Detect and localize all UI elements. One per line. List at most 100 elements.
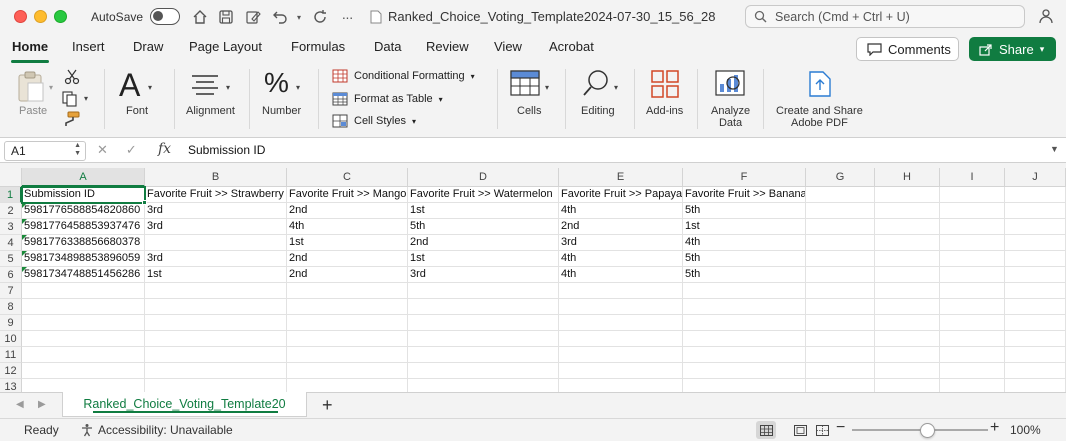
cell[interactable] (683, 363, 806, 379)
zoom-window-button[interactable] (54, 10, 67, 23)
cell[interactable] (22, 347, 145, 363)
zoom-percentage[interactable]: 100% (1010, 423, 1041, 437)
home-icon[interactable] (190, 7, 210, 27)
cell[interactable] (145, 331, 287, 347)
column-header[interactable]: A (22, 168, 145, 187)
cell[interactable] (22, 315, 145, 331)
cell[interactable] (22, 299, 145, 315)
cell[interactable] (559, 299, 683, 315)
cell[interactable] (145, 363, 287, 379)
cell[interactable] (683, 379, 806, 392)
cell[interactable] (806, 347, 875, 363)
cell[interactable] (1005, 379, 1066, 392)
comments-button[interactable]: Comments (856, 37, 959, 61)
cell[interactable] (940, 315, 1005, 331)
paste-dropdown-icon[interactable]: ▾ (49, 83, 53, 92)
cell[interactable] (940, 251, 1005, 267)
cut-icon[interactable] (64, 69, 80, 90)
cell[interactable] (875, 267, 940, 283)
cell[interactable]: 3rd (559, 235, 683, 251)
cell[interactable]: 5981734748851456286 (22, 267, 145, 283)
conditional-formatting-button[interactable]: Conditional Formatting ▾ (332, 69, 475, 83)
row-header[interactable]: 5 (0, 251, 22, 267)
cell[interactable] (875, 331, 940, 347)
cell[interactable] (145, 299, 287, 315)
cell[interactable] (940, 235, 1005, 251)
cell[interactable]: 3rd (145, 219, 287, 235)
column-header[interactable]: G (806, 168, 875, 187)
cell[interactable] (145, 315, 287, 331)
cell[interactable]: 3rd (145, 203, 287, 219)
cell[interactable] (806, 203, 875, 219)
row-header[interactable]: 12 (0, 363, 22, 379)
select-all-corner[interactable] (0, 168, 22, 187)
cell[interactable] (1005, 299, 1066, 315)
tab-insert[interactable]: Insert (72, 39, 105, 54)
cell[interactable] (875, 203, 940, 219)
cell[interactable]: 3rd (408, 267, 559, 283)
cell[interactable] (940, 379, 1005, 392)
cell[interactable] (1005, 187, 1066, 203)
cell[interactable]: 2nd (559, 219, 683, 235)
cell[interactable] (806, 299, 875, 315)
cell[interactable]: 1st (408, 251, 559, 267)
cell[interactable] (1005, 363, 1066, 379)
cell[interactable] (940, 283, 1005, 299)
cell[interactable]: Favorite Fruit >> Strawberry (145, 187, 287, 203)
cell[interactable] (287, 331, 408, 347)
more-icon[interactable]: ··· (337, 7, 357, 27)
page-layout-view-icon[interactable] (790, 421, 810, 439)
format-as-table-button[interactable]: Format as Table ▾ (332, 92, 443, 106)
row-header[interactable]: 7 (0, 283, 22, 299)
cell[interactable] (145, 235, 287, 251)
cells-dropdown-icon[interactable]: ▾ (545, 83, 549, 92)
cell[interactable]: 1st (145, 267, 287, 283)
share-chevron-icon[interactable]: ▾ (1040, 44, 1045, 55)
cell[interactable] (683, 283, 806, 299)
column-header[interactable]: D (408, 168, 559, 187)
confirm-icon[interactable]: ✓ (126, 142, 137, 158)
row-header[interactable]: 1 (0, 187, 22, 203)
insert-function-icon[interactable]: fx (158, 141, 171, 157)
cell[interactable] (875, 299, 940, 315)
editing-search-icon[interactable] (582, 69, 610, 102)
column-header[interactable]: E (559, 168, 683, 187)
cell[interactable] (22, 283, 145, 299)
undo-icon[interactable] (270, 7, 290, 27)
cell[interactable] (806, 283, 875, 299)
cell[interactable] (559, 379, 683, 392)
copy-dropdown-icon[interactable]: ▾ (84, 94, 88, 103)
add-sheet-button[interactable]: + (322, 395, 333, 416)
cell[interactable]: 1st (287, 235, 408, 251)
alignment-dropdown-icon[interactable]: ▾ (226, 83, 230, 92)
cell[interactable]: 4th (559, 251, 683, 267)
cell[interactable] (875, 363, 940, 379)
cell[interactable] (940, 267, 1005, 283)
cell[interactable] (940, 363, 1005, 379)
autosave-toggle[interactable] (150, 8, 180, 25)
cell[interactable] (408, 363, 559, 379)
column-header[interactable]: F (683, 168, 806, 187)
cell[interactable] (287, 347, 408, 363)
cell[interactable] (940, 331, 1005, 347)
cell[interactable] (1005, 315, 1066, 331)
cell[interactable] (287, 363, 408, 379)
number-dropdown-icon[interactable]: ▾ (296, 83, 300, 92)
cell[interactable] (22, 331, 145, 347)
cell[interactable] (145, 347, 287, 363)
cell[interactable] (559, 347, 683, 363)
cell[interactable]: Favorite Fruit >> Papaya (559, 187, 683, 203)
cell[interactable]: 5th (683, 251, 806, 267)
cell-styles-button[interactable]: Cell Styles ▾ (332, 114, 416, 128)
column-header[interactable]: C (287, 168, 408, 187)
cell[interactable] (875, 379, 940, 392)
formula-content[interactable]: Submission ID (188, 143, 265, 157)
cell[interactable]: 5981734898853896059 (22, 251, 145, 267)
formula-expand-icon[interactable]: ▼ (1050, 144, 1059, 154)
format-painter-icon[interactable] (62, 111, 80, 132)
sheet-tab[interactable]: Ranked_Choice_Voting_Template20 (62, 392, 307, 417)
row-header[interactable]: 9 (0, 315, 22, 331)
cell[interactable] (875, 251, 940, 267)
cell[interactable] (559, 315, 683, 331)
cell[interactable] (875, 347, 940, 363)
